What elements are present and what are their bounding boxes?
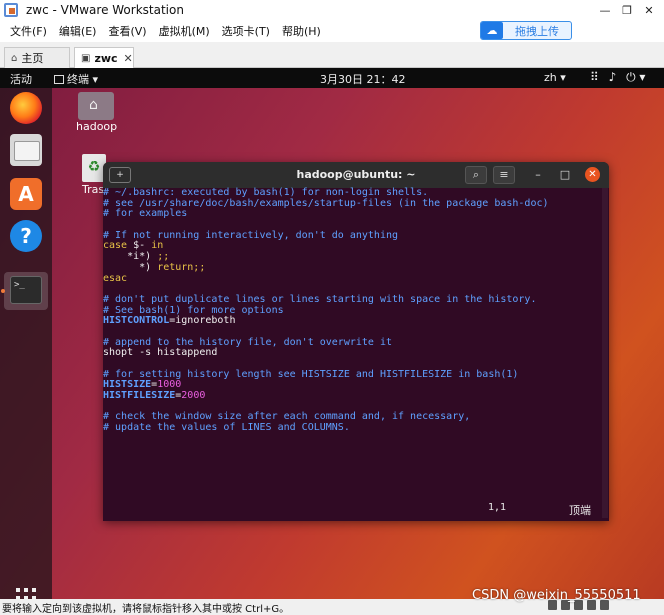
software-icon[interactable]: A xyxy=(10,178,42,210)
active-indicator xyxy=(1,289,5,293)
files-icon[interactable] xyxy=(10,134,42,166)
firefox-icon[interactable] xyxy=(10,92,42,124)
restore-button[interactable]: ❐ xyxy=(616,4,638,17)
terminal-dock-icon[interactable]: >_ xyxy=(4,272,48,310)
home-folder-icon[interactable] xyxy=(78,92,114,120)
close-button[interactable]: ✕ xyxy=(638,4,660,17)
activities-button[interactable]: 活动 xyxy=(10,71,32,87)
terminal-token: # If not running interactively, don't do… xyxy=(103,229,399,241)
app-menu-label: 终端 ▾ xyxy=(67,73,99,86)
terminal-token: esac xyxy=(103,272,128,284)
terminal-token: # See bash(1) for more options xyxy=(103,304,284,316)
scroll-position: 顶端 xyxy=(569,504,591,517)
trash-label: Tras xyxy=(82,183,105,196)
menu-icon[interactable]: ≡ xyxy=(493,166,515,184)
terminal-token: shopt -s histappend xyxy=(103,347,218,359)
terminal-token: # don't put duplicate lines or lines sta… xyxy=(103,293,537,305)
dock: A ? >_ xyxy=(0,88,52,599)
menu-file[interactable]: 文件(F) xyxy=(10,23,47,39)
terminal-token: $- xyxy=(127,240,152,252)
terminal-token: # update the values of LINES and COLUMNS… xyxy=(103,422,350,434)
clock[interactable]: 3月30日 21：42 xyxy=(320,71,406,87)
input-method[interactable]: zh ▾ xyxy=(544,71,566,84)
vmware-logo-icon xyxy=(4,3,18,17)
terminal-token: 2000 xyxy=(181,390,206,402)
window-controls: — ❐ ✕ xyxy=(594,0,660,20)
upload-label: 拖拽上传 xyxy=(515,24,559,38)
gnome-top-bar: 活动 终端 ▾ 3月30日 21：42 zh ▾ ⠿ ♪ ⏻ ▾ xyxy=(0,68,664,88)
vim-status-line: 1,1 顶端 xyxy=(103,502,609,517)
volume-icon: ♪ xyxy=(608,70,617,84)
terminal-token: # append to the history file, don't over… xyxy=(103,336,392,348)
terminal-token: HISTFILESIZE xyxy=(103,390,176,402)
terminal-token: return;; xyxy=(157,261,206,273)
home-folder-label: hadoop xyxy=(76,120,118,133)
tab-zwc-label: zwc xyxy=(94,51,118,65)
terminal-token: HISTSIZE xyxy=(103,379,152,391)
terminal-token: ;; xyxy=(157,251,170,263)
app-menu[interactable]: 终端 ▾ xyxy=(54,71,98,87)
minimize-button[interactable]: — xyxy=(594,4,616,17)
upload-button[interactable]: ☁ 拖拽上传 xyxy=(480,21,572,40)
show-apps-icon[interactable] xyxy=(16,588,36,599)
terminal-line: case $- in xyxy=(103,241,609,252)
tab-home[interactable]: ⌂ 主页 xyxy=(4,47,70,68)
terminal-glyph-icon: >_ xyxy=(10,276,42,304)
vm-icon: ▣ xyxy=(81,52,91,64)
terminal-token: # for examples xyxy=(103,208,188,220)
cloud-icon: ☁ xyxy=(481,22,503,39)
menu-help[interactable]: 帮助(H) xyxy=(282,23,321,39)
terminal-token: in xyxy=(151,240,164,252)
system-menu[interactable]: ⠿ ♪ ⏻ ▾ xyxy=(590,70,651,85)
terminal-token: # see /usr/share/doc/bash/examples/start… xyxy=(103,197,549,209)
terminal-small-icon xyxy=(54,74,64,84)
terminal-line: # If not running interactively, don't do… xyxy=(103,229,609,242)
terminal-line: esac xyxy=(103,272,609,285)
tab-home-label: 主页 xyxy=(21,52,44,65)
terminal-token: # for setting history length see HISTSIZ… xyxy=(103,368,519,380)
terminal-line: # update the values of LINES and COLUMNS… xyxy=(103,422,609,434)
terminal-window[interactable]: + hadoop@ubuntu: ~ ⌕ ≡ – □ ✕ # ~/.bashrc… xyxy=(103,162,609,521)
terminal-line: # for examples xyxy=(103,209,609,220)
terminal-line: HISTCONTROL=ignoreboth xyxy=(103,315,609,327)
terminal-token: # ~/.bashrc: executed by bash(1) for non… xyxy=(103,187,429,198)
network-icon: ⠿ xyxy=(590,70,599,84)
terminal-token: *i*) xyxy=(103,251,158,263)
terminal-header: + hadoop@ubuntu: ~ ⌕ ≡ – □ ✕ xyxy=(103,162,609,188)
menu-edit[interactable]: 编辑(E) xyxy=(59,23,97,39)
help-icon[interactable]: ? xyxy=(10,220,42,252)
status-message: 要将输入定向到该虚拟机，请将鼠标指针移入其中或按 Ctrl+G。 xyxy=(2,603,290,615)
terminal-line: *) return;; xyxy=(103,261,609,274)
terminal-token: *) xyxy=(103,261,158,273)
tab-bar: ⌂ 主页 ▣ zwc ✕ xyxy=(0,42,664,68)
menu-view[interactable]: 查看(V) xyxy=(108,23,146,39)
menu-tabs[interactable]: 选项卡(T) xyxy=(222,23,270,39)
title-bar: zwc - VMware Workstation — ❐ ✕ xyxy=(0,0,664,20)
terminal-token: case xyxy=(103,240,128,252)
power-icon: ⏻ ▾ xyxy=(626,70,646,84)
minimize-icon[interactable]: – xyxy=(531,168,545,182)
home-icon: ⌂ xyxy=(11,52,18,64)
vm-display[interactable]: 活动 终端 ▾ 3月30日 21：42 zh ▾ ⠿ ♪ ⏻ ▾ A ? >_ … xyxy=(0,68,664,599)
window-title: zwc - VMware Workstation xyxy=(26,3,184,17)
menu-vm[interactable]: 虚拟机(M) xyxy=(159,23,210,39)
terminal-line: HISTFILESIZE=2000 xyxy=(103,390,609,402)
cursor-position: 1,1 xyxy=(488,502,507,513)
terminal-token: =ignoreboth xyxy=(169,315,236,327)
tab-zwc[interactable]: ▣ zwc ✕ xyxy=(74,47,134,68)
terminal-token: HISTCONTROL xyxy=(103,315,170,327)
maximize-icon[interactable]: □ xyxy=(558,168,572,182)
watermark: CSDN @weixin_55550511 xyxy=(472,588,641,603)
close-icon[interactable]: ✕ xyxy=(585,167,600,182)
terminal-content[interactable]: # ~/.bashrc: executed by bash(1) for non… xyxy=(103,187,609,521)
terminal-token: 1000 xyxy=(157,379,182,391)
tab-close-icon[interactable]: ✕ xyxy=(124,52,133,65)
terminal-line: shopt -s histappend xyxy=(103,347,609,359)
scrollbar[interactable] xyxy=(602,188,608,518)
search-icon[interactable]: ⌕ xyxy=(465,166,487,184)
terminal-token: # check the window size after each comma… xyxy=(103,411,471,423)
